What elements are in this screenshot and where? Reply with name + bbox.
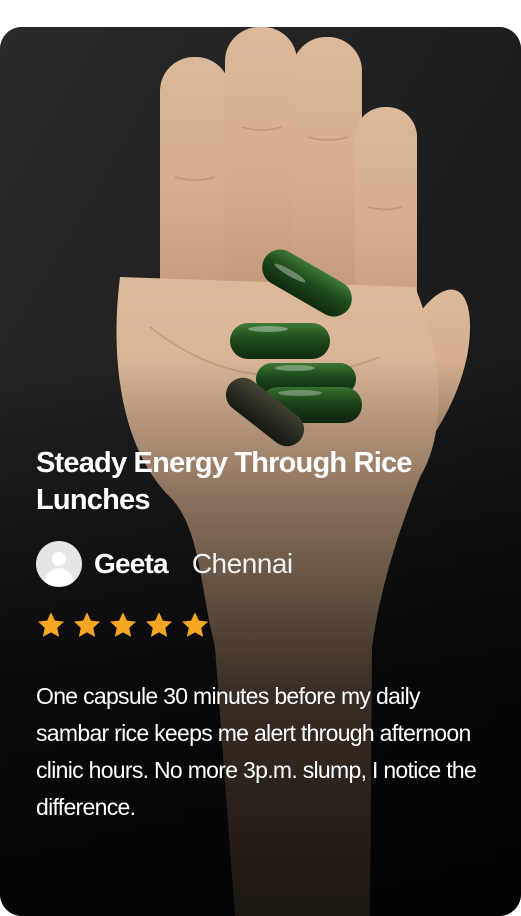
author-name: Geeta	[94, 548, 169, 579]
review-text: One capsule 30 minutes before my daily s…	[36, 683, 477, 820]
star-icon	[146, 612, 172, 637]
star-icon	[182, 612, 208, 637]
star-icon	[74, 612, 100, 637]
testimonial-content: Steady Energy Through Rice Lunches Geeta…	[36, 445, 491, 826]
user-avatar-icon	[36, 541, 82, 587]
author-city: Chennai	[191, 548, 293, 579]
star-rating	[36, 610, 491, 640]
testimonial-title: Steady Energy Through Rice Lunches	[36, 447, 412, 516]
author-row: Geeta Chennai	[36, 540, 491, 588]
star-icon	[38, 612, 64, 637]
star-icon	[110, 612, 136, 637]
testimonial-card: Steady Energy Through Rice Lunches Geeta…	[0, 27, 521, 916]
